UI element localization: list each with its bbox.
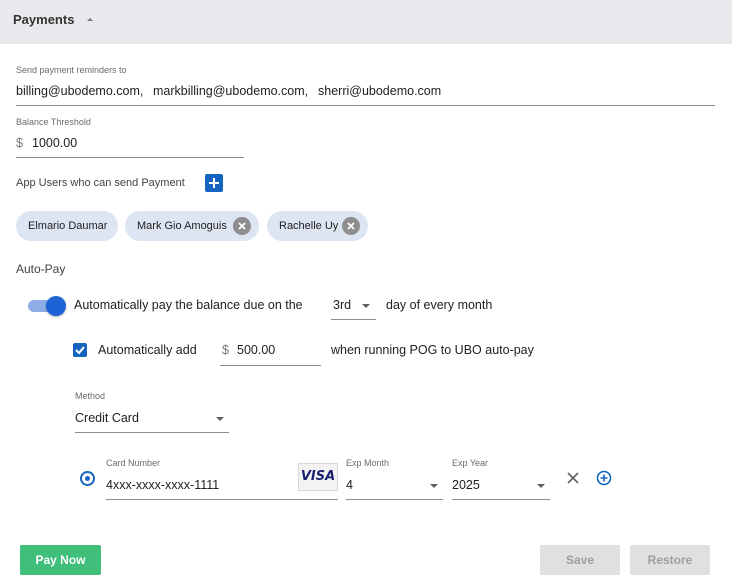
restore-button[interactable]: Restore [630, 545, 710, 575]
currency-prefix: $ [222, 343, 229, 357]
threshold-value: 1000.00 [32, 136, 78, 150]
exp-year-label: Exp Year [452, 458, 489, 468]
pay-now-button[interactable]: Pay Now [20, 545, 101, 575]
autopay-text-before: Automatically pay the balance due on the [74, 298, 303, 312]
exp-year-value: 2025 [452, 478, 480, 492]
auto-add-suffix: when running POG to UBO auto-pay [331, 343, 534, 357]
toggle-thumb[interactable] [46, 296, 66, 316]
chevron-up-icon[interactable] [85, 13, 95, 27]
method-underline [75, 432, 229, 433]
threshold-underline [16, 157, 244, 158]
exp-month-underline [346, 499, 443, 500]
visa-icon: VISA [298, 463, 338, 491]
add-circle-icon[interactable] [596, 470, 612, 486]
dropdown-arrow-icon [430, 484, 438, 488]
dropdown-arrow-icon [362, 304, 370, 308]
reminders-label: Send payment reminders to [16, 65, 127, 75]
method-value: Credit Card [75, 411, 139, 425]
card-number-label: Card Number [106, 458, 161, 468]
checkmark-icon [75, 346, 85, 355]
amount-underline [220, 365, 321, 366]
threshold-label: Balance Threshold [16, 117, 91, 127]
day-value: 3rd [333, 298, 352, 312]
exp-year-underline [452, 499, 550, 500]
save-button[interactable]: Save [540, 545, 620, 575]
day-underline [331, 319, 376, 320]
card-radio[interactable] [80, 471, 95, 486]
add-user-button[interactable] [205, 174, 223, 192]
close-icon[interactable] [566, 471, 580, 485]
reminder-email: sherri@ubodemo.com [318, 84, 442, 98]
radio-dot [85, 476, 90, 481]
reminders-underline [16, 105, 715, 106]
autopay-title: Auto-Pay [16, 262, 66, 276]
auto-add-label: Automatically add [98, 343, 197, 357]
payments-section-header[interactable]: Payments [0, 0, 732, 44]
reminder-email: billing@ubodemo.com, [16, 84, 144, 98]
method-label: Method [75, 391, 106, 401]
dropdown-arrow-icon [537, 484, 545, 488]
auto-add-amount: 500.00 [237, 343, 276, 357]
exp-month-value: 4 [346, 478, 353, 492]
app-users-label: App Users who can send Payment [16, 177, 185, 189]
remove-chip-icon[interactable] [342, 217, 360, 235]
exp-month-label: Exp Month [346, 458, 390, 468]
card-number-underline [106, 499, 338, 500]
reminder-email: markbilling@ubodemo.com, [153, 84, 309, 98]
user-chip: Elmario Daumar [16, 211, 118, 241]
auto-add-checkbox[interactable] [73, 343, 87, 357]
section-title: Payments [13, 12, 75, 27]
card-number-value: 4xxx-xxxx-xxxx-1111 [106, 478, 220, 492]
user-chip: Mark Gio Amoguis [125, 211, 259, 241]
currency-prefix: $ [16, 136, 23, 150]
chip-label: Elmario Daumar [28, 220, 108, 232]
chip-label: Rachelle Uy [279, 220, 339, 232]
remove-chip-icon[interactable] [233, 217, 251, 235]
user-chip: Rachelle Uy [267, 211, 368, 241]
autopay-text-after: day of every month [386, 298, 493, 312]
chip-label: Mark Gio Amoguis [137, 220, 227, 232]
dropdown-arrow-icon [216, 417, 224, 421]
